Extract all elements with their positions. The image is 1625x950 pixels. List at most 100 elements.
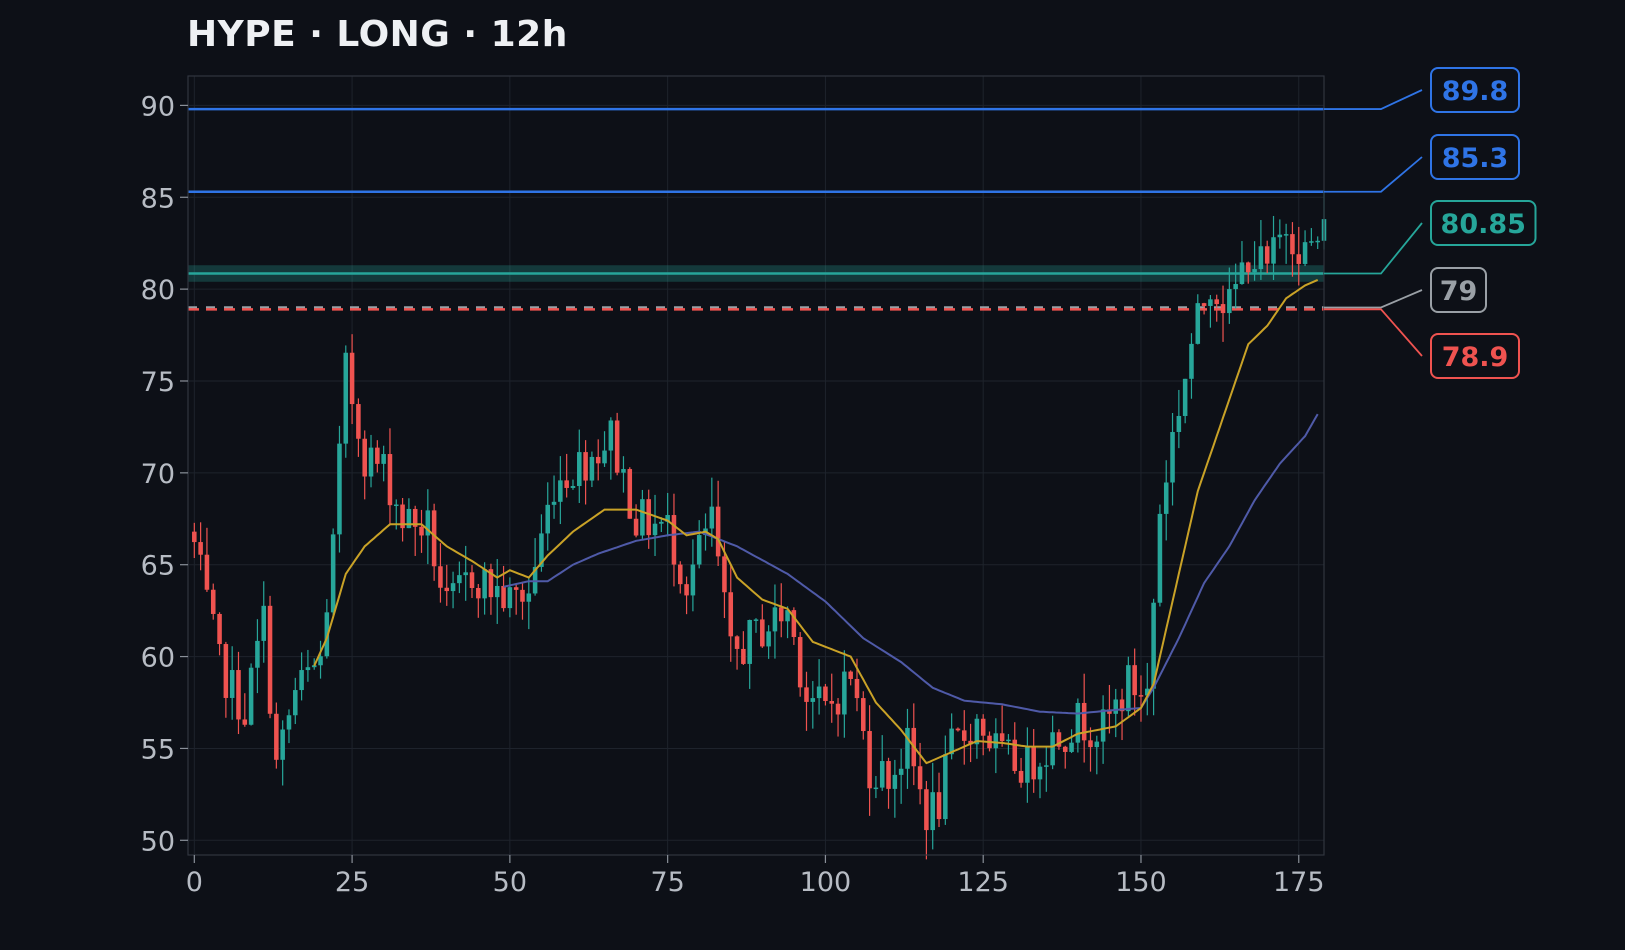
candle-body bbox=[867, 731, 872, 789]
candle-body bbox=[1233, 284, 1238, 290]
candle-body bbox=[595, 456, 601, 464]
candle-body bbox=[1163, 482, 1169, 514]
candle-body bbox=[558, 480, 563, 502]
candle-body bbox=[1138, 695, 1144, 697]
candle-body bbox=[961, 730, 967, 741]
candle-body bbox=[1315, 240, 1320, 243]
candle-body bbox=[804, 687, 809, 702]
candle-body bbox=[741, 648, 746, 664]
x-tick-label: 0 bbox=[186, 867, 203, 898]
y-tick-label: 65 bbox=[141, 551, 175, 582]
candle-body bbox=[513, 587, 519, 590]
candle-body bbox=[1126, 665, 1131, 712]
candle-body bbox=[1277, 234, 1283, 238]
candle-body bbox=[1100, 709, 1106, 742]
candle-body bbox=[848, 671, 853, 679]
candle-body bbox=[1157, 513, 1163, 603]
candle-body bbox=[267, 605, 273, 714]
candlestick-chart: 50 55 60 65 70 75 80 85 90 0 25 50 75 100 125 150 175 8… bbox=[141, 67, 1537, 898]
candle-body bbox=[640, 499, 645, 536]
candle-body bbox=[337, 443, 342, 535]
candle-body bbox=[1132, 665, 1137, 696]
candle-body bbox=[1271, 237, 1276, 264]
stop-connector bbox=[1324, 308, 1423, 357]
candle-body bbox=[1069, 742, 1074, 752]
current-connector bbox=[1324, 289, 1423, 309]
x-tick-label: 150 bbox=[1115, 867, 1167, 898]
candle-body bbox=[1094, 741, 1100, 748]
candle-body bbox=[936, 792, 942, 820]
candle-body bbox=[1044, 765, 1049, 767]
candle-body bbox=[387, 454, 393, 506]
candle-body bbox=[1239, 262, 1245, 285]
candle-body bbox=[1025, 746, 1030, 783]
candle-body bbox=[1220, 304, 1226, 314]
candles bbox=[192, 191, 1327, 860]
candle-body bbox=[1302, 242, 1308, 264]
candle-body bbox=[835, 703, 841, 715]
candle-body bbox=[564, 480, 569, 488]
candle-body bbox=[229, 670, 235, 698]
candle-body bbox=[842, 671, 847, 715]
candle-body bbox=[255, 640, 260, 668]
y-tick-label: 50 bbox=[141, 826, 175, 857]
candle-body bbox=[1182, 378, 1188, 416]
candle-body bbox=[570, 486, 576, 488]
stop-tag-label: 78.9 bbox=[1442, 342, 1509, 373]
x-tick-label: 100 bbox=[800, 867, 852, 898]
candle-body bbox=[507, 587, 513, 609]
candle-body bbox=[1031, 746, 1036, 780]
candle-body bbox=[924, 789, 929, 831]
candle-body bbox=[633, 518, 639, 536]
candle-body bbox=[1195, 303, 1201, 344]
y-tick-label: 55 bbox=[141, 734, 175, 765]
candle-body bbox=[444, 587, 450, 592]
ma-slow-line bbox=[503, 413, 1319, 715]
candle-body bbox=[476, 587, 481, 599]
candle-body bbox=[861, 698, 866, 732]
candle-body bbox=[223, 644, 229, 698]
candle-body bbox=[210, 589, 216, 614]
candle-body bbox=[293, 690, 298, 716]
candle-body bbox=[431, 510, 437, 567]
candle-body bbox=[343, 352, 349, 444]
entry-connector bbox=[1324, 222, 1423, 275]
candle-body bbox=[778, 607, 784, 622]
candle-body bbox=[526, 593, 532, 602]
candle-body bbox=[873, 787, 879, 790]
candle-body bbox=[1037, 766, 1043, 780]
candle-body bbox=[236, 670, 241, 720]
candle-body bbox=[715, 506, 721, 557]
candle-body bbox=[242, 719, 248, 725]
candle-body bbox=[1189, 343, 1194, 379]
candle-body bbox=[816, 686, 822, 699]
candle-body bbox=[305, 667, 311, 671]
candle-body bbox=[829, 701, 835, 704]
candle-body bbox=[677, 564, 683, 585]
candle-body bbox=[1176, 415, 1182, 433]
candle-body bbox=[722, 556, 727, 593]
price-levels bbox=[188, 107, 1324, 311]
candle-body bbox=[280, 729, 285, 760]
candle-body bbox=[1258, 246, 1264, 270]
candle-body bbox=[1062, 746, 1068, 752]
candle-body bbox=[621, 469, 626, 473]
candle-body bbox=[728, 592, 734, 637]
candle-body bbox=[684, 584, 689, 596]
candle-body bbox=[419, 526, 424, 536]
candle-body bbox=[955, 728, 961, 731]
candle-body bbox=[1018, 770, 1024, 783]
candle-body bbox=[482, 569, 487, 599]
candle-body bbox=[1075, 702, 1081, 743]
candle-body bbox=[1296, 254, 1302, 264]
entry-tag-label: 80.85 bbox=[1441, 209, 1526, 240]
candle-body bbox=[1113, 699, 1119, 714]
candle-body bbox=[1208, 299, 1213, 306]
candle-body bbox=[393, 504, 399, 507]
x-tick-label: 175 bbox=[1273, 867, 1325, 898]
candle-body bbox=[356, 404, 361, 439]
candle-body bbox=[652, 523, 658, 536]
candle-body bbox=[892, 774, 898, 789]
candle-body bbox=[217, 613, 222, 645]
candle-body bbox=[659, 521, 664, 524]
